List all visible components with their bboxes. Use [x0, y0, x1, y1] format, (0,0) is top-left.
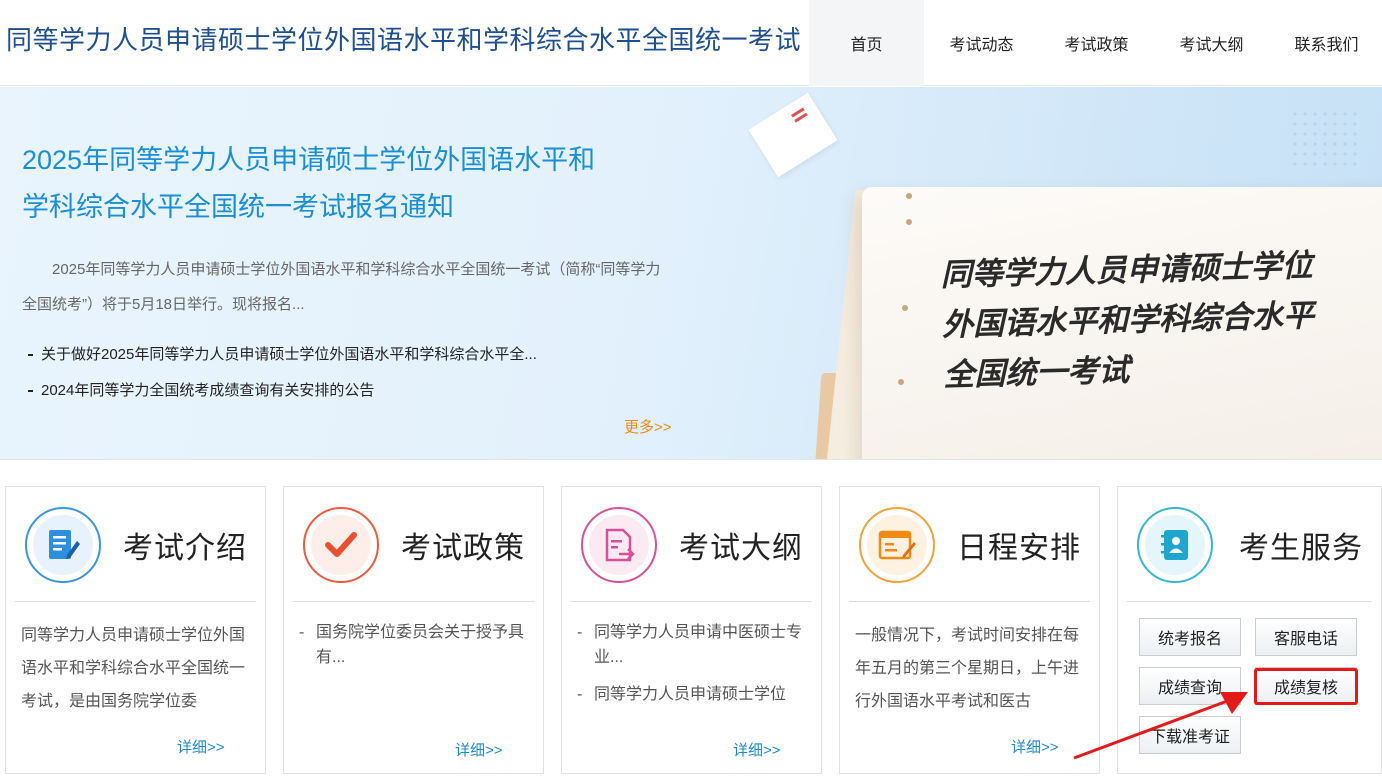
card-more-link[interactable]: 详细>>	[733, 739, 781, 760]
news-list: 关于做好2025年同等学力人员申请硕士学位外国语水平和学科综合水平全... 20…	[28, 337, 628, 409]
card-exam-intro: 考试介绍 同等学力人员申请硕士学位外国语水平和学科综合水平全国统一考试，是由国务…	[5, 486, 266, 774]
site-title[interactable]: 同等学力人员申请硕士学位外国语水平和学科综合水平全国统一考试	[6, 20, 801, 57]
checkmark-icon	[311, 515, 371, 575]
contact-book-icon	[1145, 515, 1205, 575]
list-item[interactable]: 同等学力人员申请中医硕士专业...	[577, 620, 807, 670]
pin-dot	[906, 193, 912, 199]
banner-headline-line1[interactable]: 2025年同等学力人员申请硕士学位外国语水平和	[22, 137, 662, 184]
document-export-icon	[589, 515, 649, 575]
nav-home[interactable]: 首页	[809, 0, 924, 86]
board-caption-line3: 全国统一考试	[942, 352, 1130, 393]
card-divider	[15, 601, 256, 602]
notice-board-illustration: 同等学力人员申请硕士学位 外国语水平和学科综合水平 全国统一考试	[862, 187, 1382, 459]
card-divider	[293, 601, 534, 602]
card-description: 同等学力人员申请硕士学位外国语水平和学科综合水平全国统一考试，是由国务院学位委	[21, 627, 246, 710]
nav-exam-policy[interactable]: 考试政策	[1039, 0, 1154, 86]
nav-exam-outline[interactable]: 考试大纲	[1154, 0, 1269, 86]
main-nav: 首页 考试动态 考试政策 考试大纲 联系我们	[809, 0, 1382, 86]
card-title[interactable]: 考生服务	[1239, 523, 1363, 567]
hero-banner: 2025年同等学力人员申请硕士学位外国语水平和 学科综合水平全国统一考试报名通知…	[0, 87, 1382, 460]
card-more-link[interactable]: 详细>>	[177, 736, 225, 757]
banner-more-link[interactable]: 更多>>	[624, 416, 672, 437]
card-icon-ring	[1137, 507, 1213, 583]
pin-dot	[902, 305, 908, 311]
card-divider	[849, 601, 1090, 602]
pin-dot	[898, 379, 904, 385]
list-item[interactable]: 同等学力人员申请硕士学位	[577, 682, 807, 707]
annotation-arrow-icon	[1073, 692, 1248, 760]
site-header: 同等学力人员申请硕士学位外国语水平和学科综合水平全国统一考试 首页 考试动态 考…	[0, 0, 1382, 86]
news-item[interactable]: 关于做好2025年同等学力人员申请硕士学位外国语水平和学科综合水平全...	[28, 337, 628, 373]
board-caption: 同等学力人员申请硕士学位 外国语水平和学科综合水平 全国统一考试	[940, 240, 1364, 401]
paper-illustration	[748, 92, 838, 178]
card-title[interactable]: 考试政策	[401, 523, 525, 567]
card-divider	[1127, 601, 1372, 602]
service-phone-button[interactable]: 客服电话	[1255, 618, 1357, 656]
policy-list: 国务院学位委员会关于授予具有...	[299, 620, 529, 682]
outline-list: 同等学力人员申请中医硕士专业... 同等学力人员申请硕士学位	[577, 620, 807, 720]
pin-dot	[906, 219, 912, 225]
card-icon-ring	[303, 507, 379, 583]
nav-contact[interactable]: 联系我们	[1269, 0, 1382, 86]
card-icon-ring	[859, 507, 935, 583]
card-schedule: 日程安排 一般情况下，考试时间安排在每年五月的第三个星期日，上午进行外国语水平考…	[839, 486, 1100, 774]
list-item[interactable]: 国务院学位委员会关于授予具有...	[299, 620, 529, 670]
card-divider	[571, 601, 812, 602]
banner-summary: 2025年同等学力人员申请硕士学位外国语水平和学科综合水平全国统一考试（简称“同…	[22, 261, 661, 313]
document-edit-icon	[33, 515, 93, 575]
card-title[interactable]: 考试介绍	[123, 523, 247, 567]
card-icon-ring	[25, 507, 101, 583]
news-item[interactable]: 2024年同等学力全国统考成绩查询有关安排的公告	[28, 373, 628, 409]
card-exam-outline: 考试大纲 同等学力人员申请中医硕士专业... 同等学力人员申请硕士学位 详细>>	[561, 486, 822, 774]
card-icon-ring	[581, 507, 657, 583]
nav-exam-news[interactable]: 考试动态	[924, 0, 1039, 86]
card-more-link[interactable]: 详细>>	[455, 739, 503, 760]
decorative-dots	[1290, 109, 1360, 169]
card-exam-policy: 考试政策 国务院学位委员会关于授予具有... 详细>>	[283, 486, 544, 774]
exam-registration-button[interactable]: 统考报名	[1139, 618, 1241, 656]
highlight-box	[1254, 668, 1358, 705]
card-description: 一般情况下，考试时间安排在每年五月的第三个星期日，上午进行外国语水平考试和医古	[855, 627, 1080, 710]
banner-headline[interactable]: 2025年同等学力人员申请硕士学位外国语水平和 学科综合水平全国统一考试报名通知	[22, 137, 662, 231]
card-title[interactable]: 考试大纲	[679, 523, 803, 567]
banner-headline-line2[interactable]: 学科综合水平全国统一考试报名通知	[22, 184, 662, 231]
calendar-edit-icon	[867, 515, 927, 575]
card-title[interactable]: 日程安排	[957, 523, 1081, 567]
card-more-link[interactable]: 详细>>	[1011, 736, 1059, 757]
